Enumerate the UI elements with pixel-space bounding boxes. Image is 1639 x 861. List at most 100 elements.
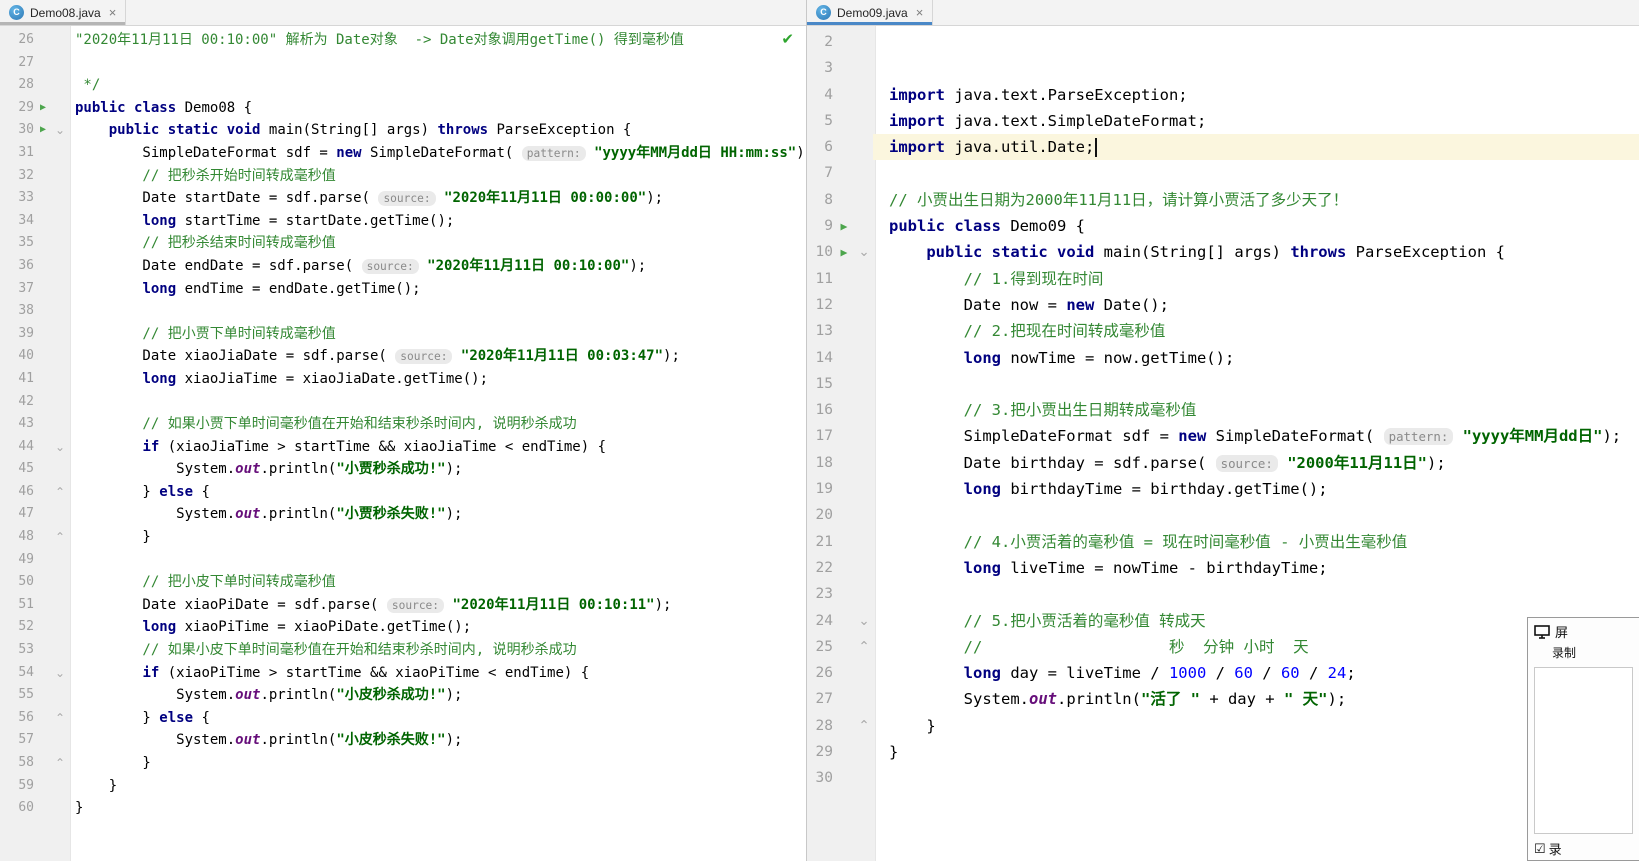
code-text[interactable]: long nowTime = now.getTime();: [873, 345, 1639, 371]
line-number[interactable]: 5: [807, 108, 833, 134]
line-number[interactable]: 44: [0, 436, 34, 459]
line-number[interactable]: 54: [0, 662, 34, 685]
code-text[interactable]: // 4.小贾活着的毫秒值 = 现在时间毫秒值 - 小贾出生毫秒值: [873, 529, 1639, 555]
line-number[interactable]: 31: [0, 142, 34, 165]
line-number[interactable]: 56: [0, 707, 34, 730]
line-number[interactable]: 53: [0, 639, 34, 662]
line-number[interactable]: 40: [0, 345, 34, 368]
line-number[interactable]: 28: [0, 74, 34, 97]
inspections-ok-check-icon[interactable]: ✔: [781, 30, 794, 48]
run-arrow-icon[interactable]: ▶: [34, 119, 52, 142]
line-number[interactable]: 43: [0, 413, 34, 436]
line-number[interactable]: 9: [807, 213, 833, 239]
code-text[interactable]: Date endDate = sdf.parse( source: "2020年…: [68, 255, 806, 278]
line-number[interactable]: 24: [807, 608, 833, 634]
code-text[interactable]: }: [68, 752, 806, 775]
line-number[interactable]: 19: [807, 476, 833, 502]
line-number[interactable]: 45: [0, 458, 34, 481]
fold-down-icon[interactable]: ⌄: [52, 436, 68, 459]
code-text[interactable]: [873, 502, 1639, 528]
fold-up-icon[interactable]: ⌃: [855, 713, 873, 739]
line-number[interactable]: 21: [807, 529, 833, 555]
line-number[interactable]: 10: [807, 239, 833, 265]
recorder-checkbox-row[interactable]: ☑ 录: [1528, 836, 1639, 860]
line-number[interactable]: 2: [807, 29, 833, 55]
code-text[interactable]: // 如果小贾下单时间毫秒值在开始和结束秒杀时间内, 说明秒杀成功: [68, 413, 806, 436]
line-number[interactable]: 38: [0, 300, 34, 323]
code-text[interactable]: // 把秒杀开始时间转成毫秒值: [68, 165, 806, 188]
fold-up-icon[interactable]: ⌃: [52, 526, 68, 549]
recorder-screen-row[interactable]: 屏: [1528, 618, 1639, 643]
code-text[interactable]: System.out.println("小皮秒杀成功!");: [68, 684, 806, 707]
line-number[interactable]: 50: [0, 571, 34, 594]
close-icon[interactable]: ×: [916, 5, 924, 20]
line-number[interactable]: 29: [0, 97, 34, 120]
line-number[interactable]: 6: [807, 134, 833, 160]
line-number[interactable]: 58: [0, 752, 34, 775]
line-number[interactable]: 32: [0, 165, 34, 188]
line-number[interactable]: 35: [0, 232, 34, 255]
line-number[interactable]: 7: [807, 160, 833, 186]
line-number[interactable]: 57: [0, 729, 34, 752]
code-text[interactable]: SimpleDateFormat sdf = new SimpleDateFor…: [68, 142, 806, 165]
fold-down-icon[interactable]: ⌄: [52, 119, 68, 142]
code-text[interactable]: Date birthday = sdf.parse( source: "2000…: [873, 450, 1639, 476]
line-number[interactable]: 3: [807, 55, 833, 81]
line-number[interactable]: 11: [807, 266, 833, 292]
line-number[interactable]: 22: [807, 555, 833, 581]
code-text[interactable]: Date now = new Date();: [873, 292, 1639, 318]
code-text[interactable]: [68, 391, 806, 414]
line-number[interactable]: 27: [807, 686, 833, 712]
code-text[interactable]: // 5.把小贾活着的毫秒值 转成天: [873, 608, 1639, 634]
code-text[interactable]: System.out.println("活了 " + day + " 天");: [873, 686, 1639, 712]
code-text[interactable]: [68, 549, 806, 572]
code-text[interactable]: // 1.得到现在时间: [873, 266, 1639, 292]
fold-up-icon[interactable]: ⌃: [855, 634, 873, 660]
code-text[interactable]: [873, 765, 1639, 791]
code-text[interactable]: System.out.println("小皮秒杀失败!");: [68, 729, 806, 752]
code-text[interactable]: import java.text.SimpleDateFormat;: [873, 108, 1639, 134]
line-number[interactable]: 4: [807, 82, 833, 108]
checkbox-checked-icon[interactable]: ☑: [1534, 841, 1546, 857]
code-text[interactable]: long day = liveTime / 1000 / 60 / 60 / 2…: [873, 660, 1639, 686]
line-number[interactable]: 55: [0, 684, 34, 707]
line-number[interactable]: 52: [0, 616, 34, 639]
code-text[interactable]: [873, 55, 1639, 81]
close-icon[interactable]: ×: [109, 5, 117, 20]
editor-demo09[interactable]: 2 3 4 import java.text.ParseException; 5 impo…: [807, 26, 1639, 861]
line-number[interactable]: 8: [807, 187, 833, 213]
code-text[interactable]: [873, 581, 1639, 607]
code-text[interactable]: long xiaoJiaTime = xiaoJiaDate.getTime()…: [68, 368, 806, 391]
line-number[interactable]: 28: [807, 713, 833, 739]
fold-up-icon[interactable]: ⌃: [52, 752, 68, 775]
code-text[interactable]: public class Demo09 {: [873, 213, 1639, 239]
line-number[interactable]: 14: [807, 345, 833, 371]
code-text[interactable]: // 把小贾下单时间转成毫秒值: [68, 323, 806, 346]
fold-up-icon[interactable]: ⌃: [52, 707, 68, 730]
line-number[interactable]: 59: [0, 775, 34, 798]
tab-demo08[interactable]: C Demo08.java ×: [0, 0, 127, 25]
code-text[interactable]: [68, 52, 806, 75]
line-number[interactable]: 27: [0, 52, 34, 75]
line-number[interactable]: 47: [0, 503, 34, 526]
tab-demo09[interactable]: C Demo09.java ×: [807, 0, 934, 25]
code-text[interactable]: // 如果小皮下单时间毫秒值在开始和结束秒杀时间内, 说明秒杀成功: [68, 639, 806, 662]
fold-up-icon[interactable]: ⌃: [52, 481, 68, 504]
line-number[interactable]: 26: [807, 660, 833, 686]
run-arrow-icon[interactable]: ▶: [833, 213, 855, 239]
code-text[interactable]: // 小贾出生日期为2000年11月11日，请计算小贾活了多少天了！: [873, 187, 1639, 213]
code-text[interactable]: SimpleDateFormat sdf = new SimpleDateFor…: [873, 423, 1639, 449]
code-text[interactable]: // 秒 分钟 小时 天: [873, 634, 1639, 660]
line-number[interactable]: 46: [0, 481, 34, 504]
line-number[interactable]: 34: [0, 210, 34, 233]
fold-down-icon[interactable]: ⌄: [855, 239, 873, 265]
code-text[interactable]: } else {: [68, 707, 806, 730]
code-text[interactable]: public class Demo08 {: [68, 97, 806, 120]
fold-down-icon[interactable]: ⌄: [855, 608, 873, 634]
code-text[interactable]: // 把秒杀结束时间转成毫秒值: [68, 232, 806, 255]
fold-down-icon[interactable]: ⌄: [52, 662, 68, 685]
line-number[interactable]: 23: [807, 581, 833, 607]
code-text[interactable]: Date xiaoPiDate = sdf.parse( source: "20…: [68, 594, 806, 617]
line-number[interactable]: 20: [807, 502, 833, 528]
code-text[interactable]: // 2.把现在时间转成毫秒值: [873, 318, 1639, 344]
